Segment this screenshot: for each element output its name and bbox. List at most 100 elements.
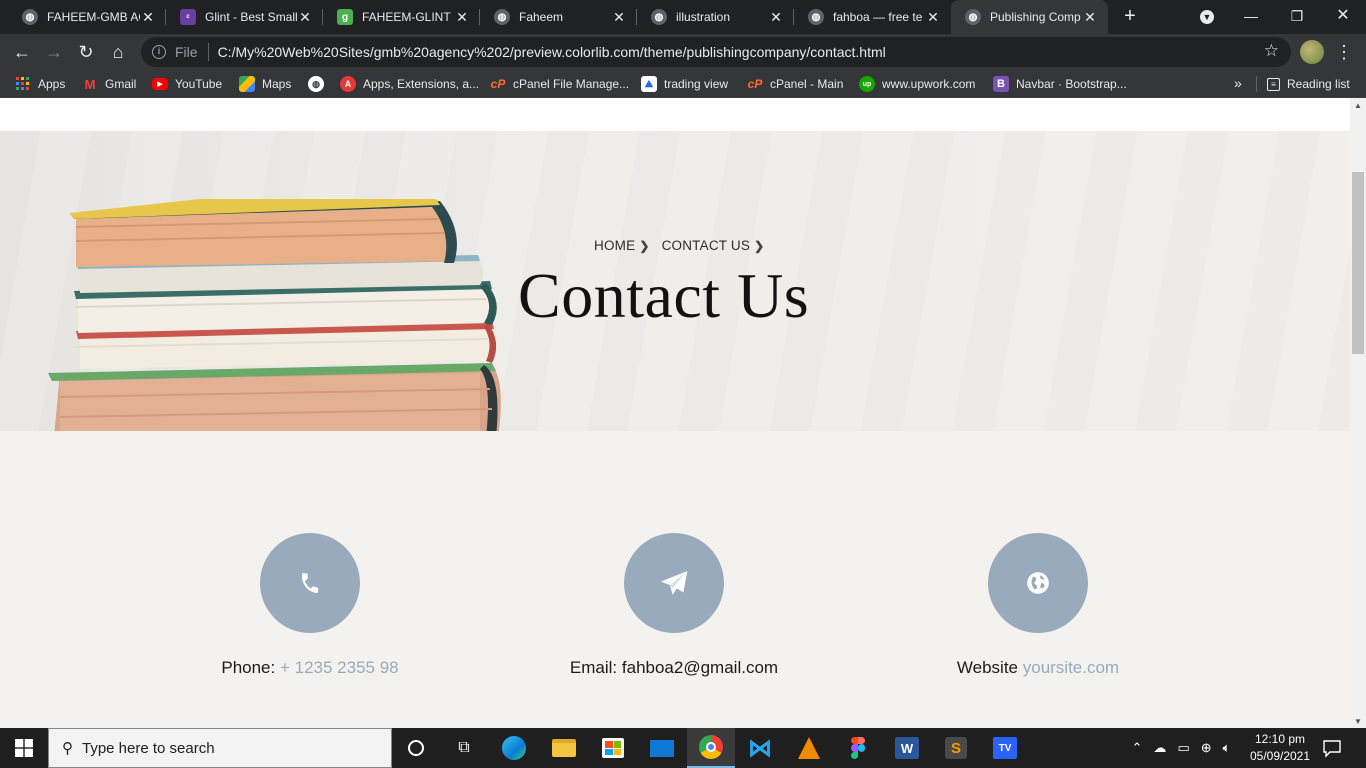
bookmark-star-icon[interactable]: ☆ bbox=[1264, 41, 1279, 61]
bookmark-label: YouTube bbox=[175, 77, 223, 91]
taskbar-clock[interactable]: 12:10 pm 05/09/2021 bbox=[1240, 731, 1320, 765]
chevron-up-icon[interactable]: ⌃ bbox=[1132, 740, 1143, 756]
website-label: Website bbox=[956, 658, 1018, 677]
windows-taskbar: ⚲ Type here to search ⧉ ⋈ W S TV ⌃ ☁ ▭ ⊕… bbox=[0, 728, 1366, 768]
profile-avatar[interactable] bbox=[1300, 40, 1324, 64]
tab-title: illustration bbox=[676, 10, 731, 24]
breadcrumb-home-link[interactable]: HOME bbox=[594, 238, 635, 253]
email-value[interactable]: fahboa2@gmail.com bbox=[622, 658, 778, 677]
scrollbar-thumb[interactable] bbox=[1352, 172, 1364, 354]
tradingview-app[interactable]: TV bbox=[981, 728, 1029, 768]
close-window-button[interactable]: ✕ bbox=[1320, 0, 1366, 34]
taskbar-search[interactable]: ⚲ Type here to search bbox=[48, 728, 392, 768]
close-icon[interactable]: ✕ bbox=[140, 9, 156, 26]
globe-icon: ◍ bbox=[965, 9, 981, 25]
bookmark-trading-view[interactable]: ⛰ trading view bbox=[641, 75, 728, 93]
edge-icon bbox=[502, 736, 526, 760]
scroll-up-icon[interactable]: ▲ bbox=[1354, 101, 1362, 110]
bootstrap-icon: B bbox=[993, 76, 1009, 92]
page-scrollbar[interactable]: ▲ ▼ bbox=[1350, 98, 1366, 728]
bookmark-label: Navbar · Bootstrap... bbox=[1016, 77, 1127, 91]
close-icon[interactable]: ✕ bbox=[297, 9, 313, 26]
bookmark-globe[interactable]: ◍ bbox=[308, 75, 331, 93]
breadcrumb-contact-link[interactable]: CONTACT US bbox=[662, 238, 751, 253]
tab-6-active[interactable]: ◍ Publishing Comp ✕ bbox=[951, 0, 1108, 34]
bookmark-cpanel-main[interactable]: cP cPanel - Main bbox=[747, 75, 844, 93]
store-icon bbox=[602, 738, 624, 758]
battery-icon[interactable]: ▭ bbox=[1177, 740, 1189, 756]
back-button[interactable]: ← bbox=[8, 38, 36, 66]
bookmark-maps[interactable]: Maps bbox=[239, 75, 291, 93]
network-globe-icon[interactable]: ⊕ bbox=[1201, 740, 1212, 756]
sublime-app[interactable]: S bbox=[932, 728, 980, 768]
tab-3[interactable]: ◍ Faheem ✕ bbox=[480, 0, 637, 34]
start-button[interactable] bbox=[0, 728, 48, 768]
tab-1[interactable]: c Glint - Best Small ✕ bbox=[166, 0, 323, 34]
bookmark-cpanel-file[interactable]: cP cPanel File Manage... bbox=[490, 75, 629, 93]
address-bar[interactable]: i File C:/My%20Web%20Sites/gmb%20agency%… bbox=[141, 37, 1291, 67]
close-icon[interactable]: ✕ bbox=[611, 9, 627, 26]
phone-icon bbox=[302, 572, 319, 594]
close-icon[interactable]: ✕ bbox=[768, 9, 784, 26]
address-scheme: File bbox=[175, 44, 198, 60]
website-value[interactable]: yoursite.com bbox=[1023, 658, 1119, 677]
bookmarks-overflow-button[interactable]: » bbox=[1234, 75, 1242, 91]
tab-4[interactable]: ◍ illustration ✕ bbox=[637, 0, 794, 34]
reading-list-button[interactable]: ≡ Reading list bbox=[1267, 75, 1350, 93]
vlc-app[interactable] bbox=[785, 728, 833, 768]
adobe-icon: A bbox=[340, 76, 356, 92]
forward-button[interactable]: → bbox=[40, 38, 68, 66]
file-explorer-app[interactable] bbox=[540, 728, 588, 768]
vscode-icon: ⋈ bbox=[748, 734, 772, 762]
bookmark-youtube[interactable]: ▶ YouTube bbox=[152, 75, 222, 93]
bookmark-bootstrap[interactable]: B Navbar · Bootstrap... bbox=[993, 75, 1127, 93]
cortana-button[interactable] bbox=[392, 728, 440, 768]
close-icon[interactable]: ✕ bbox=[925, 9, 941, 26]
tradingview-icon: TV bbox=[993, 737, 1017, 759]
phone-value[interactable]: + 1235 2355 98 bbox=[280, 658, 399, 677]
paper-plane-icon bbox=[660, 571, 688, 595]
tab-2[interactable]: g FAHEEM-GLINT ✕ bbox=[323, 0, 480, 34]
clock-date: 05/09/2021 bbox=[1249, 749, 1311, 763]
reload-button[interactable]: ↻ bbox=[72, 38, 100, 66]
chrome-app[interactable] bbox=[687, 728, 735, 768]
figma-app[interactable] bbox=[834, 728, 882, 768]
site-header-strip bbox=[0, 98, 1350, 131]
bookmark-upwork[interactable]: up www.upwork.com bbox=[859, 75, 975, 93]
bookmark-apps-extensions[interactable]: A Apps, Extensions, a... bbox=[340, 75, 479, 93]
bookmark-label: Maps bbox=[262, 77, 292, 91]
home-button[interactable]: ⌂ bbox=[104, 38, 132, 66]
reading-list-label: Reading list bbox=[1287, 77, 1350, 91]
tab-search-button[interactable]: ▼ bbox=[1184, 0, 1230, 34]
bookmark-apps[interactable]: Apps bbox=[15, 75, 65, 93]
new-tab-button[interactable]: + bbox=[1118, 4, 1142, 28]
notification-center-icon[interactable] bbox=[1322, 738, 1342, 758]
contact-email: Email: fahboa2@gmail.com bbox=[524, 533, 824, 678]
menu-kebab-icon[interactable]: ⋮ bbox=[1334, 38, 1354, 66]
taskbar-search-placeholder: Type here to search bbox=[82, 739, 215, 757]
globe-icon: ◍ bbox=[494, 9, 510, 25]
colorlib-icon: c bbox=[180, 9, 196, 25]
vscode-app[interactable]: ⋈ bbox=[736, 728, 784, 768]
bookmark-gmail[interactable]: M Gmail bbox=[82, 75, 137, 93]
volume-icon[interactable]: 🔈︎ bbox=[1223, 740, 1231, 756]
tab-5[interactable]: ◍ fahboa — free te ✕ bbox=[794, 0, 951, 34]
close-icon[interactable]: ✕ bbox=[454, 9, 470, 26]
bookmark-label: trading view bbox=[664, 77, 729, 91]
store-app[interactable] bbox=[589, 728, 637, 768]
task-view-button[interactable]: ⧉ bbox=[440, 728, 488, 768]
onedrive-cloud-icon[interactable]: ☁ bbox=[1153, 740, 1166, 756]
scroll-down-icon[interactable]: ▼ bbox=[1354, 717, 1362, 726]
close-icon[interactable]: ✕ bbox=[1082, 9, 1098, 26]
word-app[interactable]: W bbox=[883, 728, 931, 768]
edge-app[interactable] bbox=[490, 728, 538, 768]
tab-0[interactable]: ◍ FAHEEM-GMB AC ✕ bbox=[8, 0, 166, 34]
mail-app[interactable] bbox=[638, 728, 686, 768]
info-icon[interactable]: i bbox=[152, 45, 166, 59]
restore-button[interactable]: ❐ bbox=[1274, 0, 1320, 34]
cpanel-icon: cP bbox=[490, 77, 506, 91]
bookmarks-bar: Apps M Gmail ▶ YouTube Maps ◍ A Apps, Ex… bbox=[0, 70, 1366, 98]
minimize-button[interactable]: — bbox=[1228, 0, 1274, 34]
tradingview-icon: ⛰ bbox=[641, 76, 657, 92]
address-url[interactable]: C:/My%20Web%20Sites/gmb%20agency%202/pre… bbox=[218, 44, 886, 60]
